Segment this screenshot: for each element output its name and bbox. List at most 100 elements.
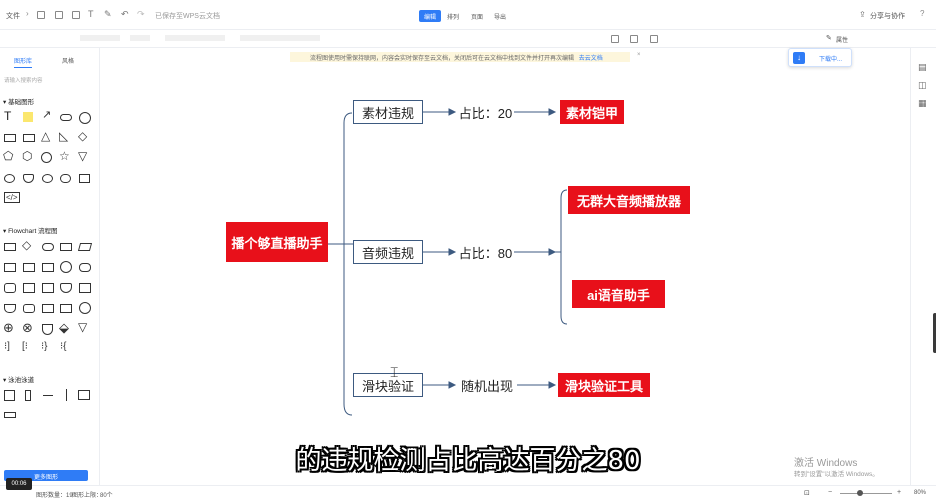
text-shape-icon[interactable]: T (4, 109, 11, 123)
tab-export[interactable]: 导出 (489, 10, 511, 22)
collate-icon[interactable]: ⬙ (59, 320, 69, 336)
export-icon[interactable] (72, 11, 80, 19)
share-icon[interactable]: ⇪ (859, 10, 866, 19)
style-controls[interactable] (165, 35, 225, 41)
file-menu[interactable]: 文件 (6, 11, 20, 21)
zoom-in-icon[interactable]: + (897, 489, 901, 496)
right-triangle-icon[interactable]: ◺ (59, 129, 68, 143)
note-shape-icon[interactable] (23, 112, 33, 122)
align-controls[interactable] (240, 35, 320, 41)
merge-icon[interactable] (42, 324, 53, 335)
square-shape-icon[interactable] (79, 174, 90, 183)
code-shape-icon[interactable]: </> (4, 192, 20, 203)
random-node-slider[interactable]: 随机出现 (457, 376, 517, 394)
format-panel-icon[interactable]: ✎ (826, 34, 832, 42)
undo-icon[interactable]: ↶ (121, 9, 129, 20)
rect-alt-icon[interactable] (23, 134, 35, 142)
callout-shape-icon[interactable] (60, 174, 71, 183)
oval-shape-icon[interactable] (42, 174, 53, 183)
help-icon[interactable]: ? (920, 9, 924, 18)
data-io-icon[interactable] (77, 243, 93, 251)
preparation-icon[interactable] (23, 304, 35, 313)
bracket-icon[interactable]: [⁝ (22, 341, 28, 352)
separator-icon[interactable] (43, 395, 53, 396)
fit-icon[interactable]: ⊡ (804, 489, 810, 497)
ratio-node-material[interactable]: 占比：20 (457, 103, 514, 121)
or-icon[interactable]: ⊕ (3, 320, 14, 336)
tab-style[interactable]: 风格 (62, 56, 74, 65)
card-icon[interactable] (42, 263, 54, 272)
diamond-shape-icon[interactable]: ◇ (78, 129, 87, 143)
circle-alt-icon[interactable] (41, 152, 52, 163)
zoom-level[interactable]: 80% (914, 490, 926, 496)
off-page-icon[interactable] (4, 304, 16, 313)
arrow-shape-icon[interactable]: ↗ (42, 108, 51, 121)
leaf-node-audio-player[interactable]: 无群大音频播放器 (568, 186, 690, 214)
triangle-shape-icon[interactable]: △ (41, 129, 50, 143)
brace-left-icon[interactable]: ⁝} (41, 341, 48, 352)
vertical-lane-icon[interactable] (25, 390, 31, 401)
extract-icon[interactable]: ▽ (78, 320, 87, 334)
annotation-icon[interactable]: ⁝] (4, 341, 10, 352)
new-file-icon[interactable] (37, 11, 45, 19)
vertical-separator-icon[interactable] (66, 389, 67, 401)
circle-shape-icon[interactable] (79, 112, 91, 124)
section-flowchart[interactable]: ▾ Flowchart 流程图 (3, 225, 58, 235)
branch-node-material[interactable]: 素材违规 (353, 100, 423, 124)
branch-node-slider[interactable]: 滑块验证 (353, 373, 423, 397)
history-icon[interactable]: ▦ (918, 98, 927, 109)
manual-input-icon[interactable] (23, 283, 35, 293)
save-icon[interactable] (55, 11, 63, 19)
hexagon-shape-icon[interactable]: ⬡ (22, 149, 32, 163)
horizontal-lane-icon[interactable] (4, 412, 16, 418)
sequential-icon[interactable] (79, 302, 91, 314)
connector-icon[interactable] (60, 261, 72, 273)
zoom-slider-handle[interactable] (857, 490, 863, 496)
zoom-slider[interactable] (840, 493, 892, 494)
pentagon-shape-icon[interactable]: ⬠ (3, 149, 13, 163)
loop-limit-icon[interactable] (60, 304, 72, 313)
inverted-triangle-icon[interactable]: ▽ (78, 149, 87, 163)
root-node[interactable]: 播个够直播助手 (226, 222, 328, 262)
predefined-icon[interactable] (4, 263, 16, 272)
vertical-pool-icon[interactable] (4, 390, 15, 401)
share-button[interactable]: 分享与协作 (870, 11, 905, 21)
ratio-node-audio[interactable]: 占比：80 (457, 243, 514, 261)
leaf-node-ai-voice[interactable]: ai语音助手 (572, 280, 665, 308)
zoom-out-icon[interactable]: − (828, 489, 832, 496)
stored-data-icon[interactable] (79, 263, 91, 272)
database-icon[interactable] (4, 283, 16, 293)
horizontal-pool-icon[interactable] (78, 390, 90, 400)
brace-right-icon[interactable]: ⁝{ (60, 341, 67, 352)
size-select[interactable] (130, 35, 150, 41)
tab-page[interactable]: 页面 (466, 10, 488, 22)
table-icon[interactable] (630, 35, 638, 43)
format-panel-label[interactable]: 属性 (836, 35, 848, 44)
branch-node-audio[interactable]: 音频违规 (353, 240, 423, 264)
format-painter-icon[interactable]: T (88, 9, 94, 19)
multi-doc-icon[interactable] (60, 283, 72, 293)
font-select[interactable] (80, 35, 120, 41)
tab-edit[interactable]: 编辑 (419, 10, 442, 22)
section-swimlane[interactable]: ▾ 泳池泳道 (3, 374, 34, 384)
summing-icon[interactable]: ⊗ (22, 320, 33, 336)
decision-icon[interactable]: ◇ (22, 238, 31, 252)
rounded-rect-icon[interactable] (60, 114, 72, 121)
tab-shape-library[interactable]: 图形库 (14, 56, 33, 68)
display-icon[interactable] (42, 283, 54, 293)
diagram-canvas[interactable]: 流程图使用时需保持联网，内容会实时保存至云文档，关闭后可在云文档中找到文件并打开… (100, 48, 910, 485)
tab-arrange[interactable]: 排列 (442, 10, 464, 22)
layout-icon[interactable] (650, 35, 658, 43)
terminator-icon[interactable] (42, 243, 54, 251)
leaf-node-slider-tool[interactable]: 滑块验证工具 (558, 373, 650, 397)
section-basic-shapes[interactable]: ▾ 基础图形 (3, 96, 34, 106)
page-icon[interactable]: ▤ (918, 62, 927, 73)
star-shape-icon[interactable]: ☆ (59, 149, 70, 163)
menu-chevron-icon[interactable]: › (26, 9, 29, 18)
brush-icon[interactable]: ✎ (104, 9, 112, 20)
document-icon[interactable] (60, 243, 72, 251)
layers-icon[interactable]: ◫ (918, 80, 927, 91)
rect-shape-icon[interactable] (4, 134, 16, 142)
manual-op-icon[interactable] (42, 304, 54, 313)
process-icon[interactable] (4, 243, 16, 251)
